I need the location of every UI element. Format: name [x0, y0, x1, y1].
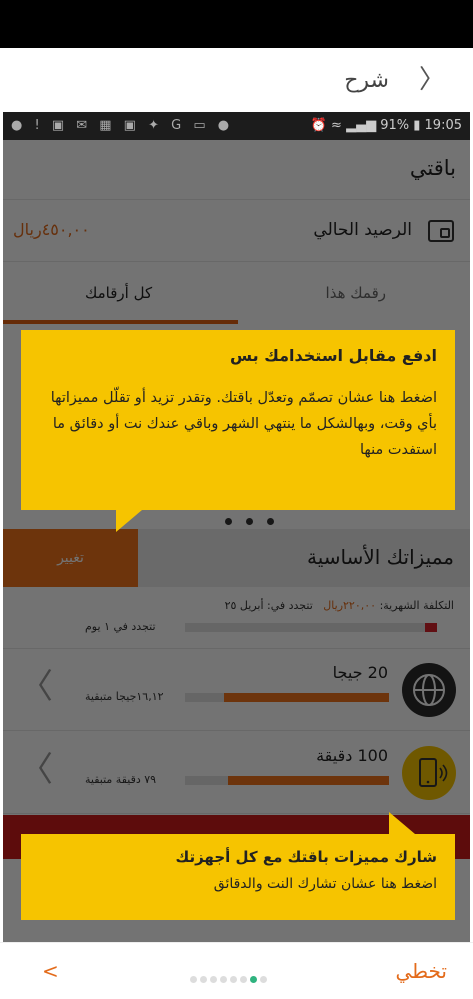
chevron-left-icon[interactable]: 〈 — [19, 667, 53, 707]
tooltip-body: اضغط هنا عشان تصمّم وتعدّل باقتك. وتقدر … — [50, 390, 437, 458]
wallet-icon — [428, 220, 454, 242]
page-dot — [229, 976, 237, 983]
monthly-cost-line: التكلفة الشهرية: ٢٢٠,٠٠ريال تتجدد في: أب… — [225, 599, 454, 612]
monthly-cost-value: ٢٢٠,٠٠ريال — [323, 599, 377, 612]
number-tabs: رقمك هذا كل أرقامك — [3, 262, 470, 324]
balance-label: الرصيد الحالي — [313, 220, 412, 240]
app-header: باقتي — [3, 140, 470, 200]
data-progress-fill — [224, 693, 389, 702]
minutes-feature-title: 100 دقيقة — [316, 746, 388, 765]
page-dot — [189, 976, 197, 983]
renews-in: تتجدد في ١ يوم — [85, 620, 156, 633]
status-bar: ● ! ▣ ✉ ▦ ▣ ✦ G ▭ ● ⏰ ≈ ▂▄▆ 91% ▮ 19:05 — [3, 112, 470, 140]
tooltip-pointer — [389, 812, 415, 834]
carousel-dot — [267, 518, 274, 525]
carousel-dot — [225, 518, 232, 525]
change-button[interactable]: تغيير — [3, 529, 138, 587]
app-title: باقتي — [409, 156, 456, 180]
phone-share-icon[interactable] — [402, 746, 456, 800]
tutorial-footer: < تخطي — [0, 942, 473, 999]
globe-icon — [402, 663, 456, 717]
clock: 19:05 — [424, 118, 462, 133]
monthly-cost-row: التكلفة الشهرية: ٢٢٠,٠٠ريال تتجدد في: أب… — [3, 587, 470, 649]
minutes-remaining: ٧٩ دقيقة متبقية — [85, 773, 157, 786]
data-feature-title: 20 جيجا — [332, 663, 388, 682]
page-dot — [249, 976, 257, 983]
top-black-bar — [0, 0, 473, 48]
data-remaining: ١٦,١٢جيجا متبقية — [85, 690, 164, 703]
renews-on: تتجدد في: أبريل ٢٥ — [224, 599, 313, 612]
monthly-cost-label: التكلفة الشهرية: — [379, 599, 454, 612]
features-header: تغيير مميزاتك الأساسية — [3, 529, 470, 587]
tooltip-title: شارك مميزات باقتك مع كل أجهزتك — [175, 848, 438, 866]
carousel-dots — [218, 510, 281, 529]
page-indicator — [188, 968, 268, 987]
page-dot — [199, 976, 207, 983]
balance-row: الرصيد الحالي ٤٥٠,٠٠ريال — [3, 200, 470, 262]
back-button[interactable]: 〉 — [419, 66, 445, 94]
next-button[interactable]: < — [42, 959, 59, 983]
minutes-feature-row[interactable]: 100 دقيقة ٧٩ دقيقة متبقية 〈 — [3, 732, 470, 814]
cycle-progress-fill — [425, 623, 437, 632]
data-feature-row[interactable]: 20 جيجا ١٦,١٢جيجا متبقية 〈 — [3, 649, 470, 731]
carousel-dot — [246, 518, 253, 525]
tab-all-numbers[interactable]: كل أرقامك — [85, 284, 152, 302]
tooltip-pay-as-you-use: ادفع مقابل استخدامك بس اضغط هنا عشان تصم… — [21, 330, 455, 532]
page-dot — [239, 976, 247, 983]
cycle-progress-track — [185, 623, 437, 632]
page-dot — [219, 976, 227, 983]
page-title: شرح — [344, 68, 389, 93]
page-dot — [209, 976, 217, 983]
features-title: مميزاتك الأساسية — [306, 545, 454, 569]
balance-amount: ٤٥٠,٠٠ريال — [13, 220, 90, 239]
tooltip-title: ادفع مقابل استخدامك بس — [230, 346, 437, 365]
battery-level: 91% — [380, 118, 410, 133]
page-dot — [259, 976, 267, 983]
notification-icons: ● ! ▣ ✉ ▦ ▣ ✦ G ▭ ● — [11, 118, 234, 133]
tooltip-pointer — [116, 510, 142, 532]
app-screenshot: ● ! ▣ ✉ ▦ ▣ ✦ G ▭ ● ⏰ ≈ ▂▄▆ 91% ▮ 19:05 … — [3, 112, 470, 942]
status-right: ⏰ ≈ ▂▄▆ 91% ▮ 19:05 — [310, 118, 462, 133]
tab-this-number[interactable]: رقمك هذا — [326, 284, 386, 302]
minutes-progress-fill — [228, 776, 389, 785]
chevron-left-icon[interactable]: 〈 — [19, 750, 53, 790]
tooltip-body: اضغط هنا عشان تشارك النت والدقائق — [213, 876, 437, 892]
skip-button[interactable]: تخطي — [395, 959, 447, 983]
tutorial-header: 〉 شرح — [0, 48, 473, 112]
tooltip-share-features: شارك مميزات باقتك مع كل أجهزتك اضغط هنا … — [21, 812, 455, 920]
